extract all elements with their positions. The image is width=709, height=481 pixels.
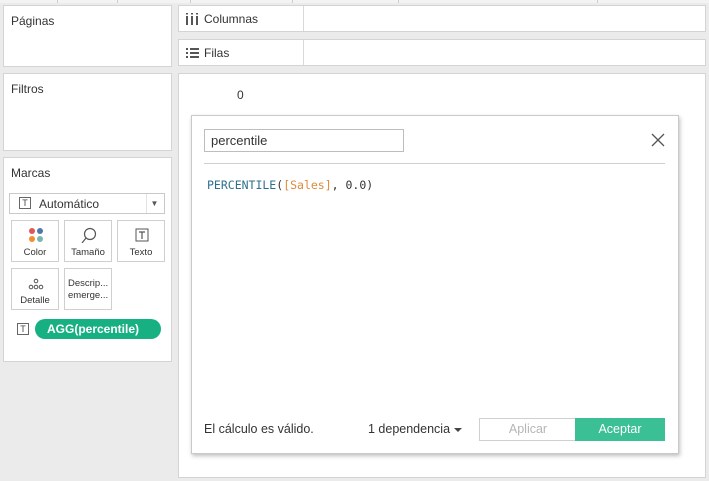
chevron-down-icon[interactable]: ▼ bbox=[146, 194, 162, 213]
text-button[interactable]: Texto bbox=[117, 220, 165, 262]
agg-percentile-pill[interactable]: AGG(percentile) bbox=[35, 319, 161, 339]
shelf-divider bbox=[303, 40, 304, 65]
tableau-workspace: Páginas Filtros Marcas T Automático ▼ Co… bbox=[0, 0, 709, 481]
text-t-icon bbox=[135, 228, 149, 242]
top-edge bbox=[0, 0, 709, 3]
shelf-divider bbox=[303, 6, 304, 31]
mark-type-label: Automático bbox=[39, 197, 100, 211]
columns-label: Columnas bbox=[204, 12, 259, 26]
formula-editor[interactable]: PERCENTILE([Sales], 0.0) bbox=[207, 178, 373, 192]
rows-label: Filas bbox=[204, 46, 230, 60]
validation-status: El cálculo es válido. bbox=[204, 422, 314, 436]
detail-label: Detalle bbox=[20, 295, 50, 306]
filters-card[interactable]: Filtros bbox=[3, 73, 172, 151]
formula-function: PERCENTILE bbox=[207, 178, 277, 192]
tooltip-button[interactable]: Descrip... emerge... bbox=[64, 268, 112, 310]
pages-title: Páginas bbox=[11, 14, 55, 28]
view-value: 0 bbox=[237, 88, 244, 102]
detail-dots-icon bbox=[28, 278, 44, 290]
formula-field: [Sales] bbox=[283, 178, 332, 192]
ok-button[interactable]: Aceptar bbox=[575, 418, 665, 441]
tooltip-label: Descrip... emerge... bbox=[68, 278, 109, 301]
columns-icon bbox=[186, 13, 198, 25]
dependencies-label: 1 dependencia bbox=[368, 422, 451, 436]
color-label: Color bbox=[23, 247, 47, 258]
formula-args: , 0.0) bbox=[331, 178, 374, 192]
calculation-editor-dialog: PERCENTILE([Sales], 0.0) El cálculo es v… bbox=[191, 115, 679, 454]
size-label: Tamaño bbox=[71, 247, 105, 258]
size-button[interactable]: Tamaño bbox=[64, 220, 112, 262]
pages-card[interactable]: Páginas bbox=[3, 5, 172, 67]
size-lasso-icon bbox=[81, 227, 97, 243]
columns-shelf[interactable]: Columnas bbox=[178, 5, 706, 32]
rows-shelf[interactable]: Filas bbox=[178, 39, 706, 66]
detail-button[interactable]: Detalle bbox=[11, 268, 59, 310]
text-mark-icon: T bbox=[17, 323, 29, 335]
filters-title: Filtros bbox=[11, 82, 44, 96]
dialog-divider bbox=[204, 163, 665, 164]
caret-down-icon bbox=[454, 427, 463, 432]
calculation-name-input[interactable] bbox=[204, 129, 404, 152]
mark-type-dropdown[interactable]: T Automático ▼ bbox=[9, 193, 165, 214]
color-button[interactable]: Color bbox=[11, 220, 59, 262]
apply-button[interactable]: Aplicar bbox=[479, 418, 577, 441]
marks-title: Marcas bbox=[11, 166, 51, 180]
text-mark-icon: T bbox=[19, 197, 31, 209]
text-label: Texto bbox=[129, 247, 153, 258]
dependencies-dropdown[interactable]: 1 dependencia bbox=[368, 422, 463, 436]
rows-icon bbox=[186, 48, 199, 58]
close-icon[interactable] bbox=[651, 133, 665, 147]
color-dots-icon bbox=[29, 228, 43, 242]
